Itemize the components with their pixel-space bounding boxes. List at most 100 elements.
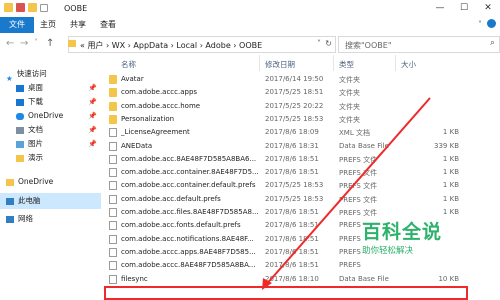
breadcrumb[interactable]: « 用户 › WX › AppData › Local › Adobe › OO… <box>80 40 262 51</box>
file-row[interactable]: _LicenseAgreement 2017/8/6 18:09 XML 文档 1 K… <box>101 126 500 139</box>
file-size: 1 KB <box>442 181 459 190</box>
file-icon <box>109 247 117 257</box>
file-date: 2017/8/6 18:51 <box>265 261 319 270</box>
file-name: _LicenseAgreement <box>121 128 190 137</box>
column-divider[interactable] <box>333 55 334 71</box>
column-divider[interactable] <box>395 55 396 71</box>
up-icon[interactable]: ↑ <box>46 38 54 49</box>
file-name: com.adobe.acc.fonts.default.prefs <box>121 221 241 230</box>
folder-icon[interactable] <box>28 3 37 12</box>
close-button[interactable]: ✕ <box>476 0 500 17</box>
file-size: 1 KB <box>442 128 459 137</box>
folder-icon[interactable] <box>4 3 13 12</box>
file-name: com.adobe.acc.8AE48F7D585A8BA6... <box>121 154 257 163</box>
file-icon <box>109 141 117 151</box>
checkmark-icon[interactable] <box>16 3 25 12</box>
window-title: OOBE <box>64 4 88 13</box>
file-row[interactable]: Avatar 2017/6/14 19:50 文件夹 <box>101 73 500 86</box>
dropdown-icon[interactable] <box>40 4 48 12</box>
folder-icon <box>68 40 76 47</box>
file-icon <box>109 168 117 178</box>
file-name: com.adobe.acc.files.8AE48F7D585A8... <box>121 208 259 216</box>
file-name: filesync <box>121 274 148 283</box>
address-bar[interactable]: « 用户 › WX › AppData › Local › Adobe › OO… <box>68 36 336 53</box>
file-type: 文件夹 <box>339 89 360 98</box>
column-divider[interactable] <box>259 55 260 71</box>
tab-share[interactable]: 共享 <box>64 17 92 33</box>
file-type: PREFS 文件 <box>339 169 378 178</box>
file-row[interactable]: com.adobe.accc.8AE48F7D585A8BA... 2017/8/… <box>101 259 500 272</box>
recent-locations-icon[interactable]: ˅ <box>34 38 38 47</box>
chevron-down-icon[interactable]: ˅ <box>478 20 482 29</box>
network-icon <box>6 215 14 223</box>
file-date: 2017/8/6 18:31 <box>265 141 319 150</box>
pin-icon: 📌 <box>88 112 97 120</box>
file-size: 1 KB <box>442 194 459 203</box>
cloud-icon <box>6 178 14 186</box>
file-name: com.adobe.accc.apps.8AE48F7D585... <box>121 247 256 256</box>
folder-icon <box>109 88 117 98</box>
chevron-down-icon[interactable]: ˅ <box>317 39 321 48</box>
file-icon <box>109 208 117 217</box>
folder-icon <box>16 154 24 162</box>
navigation-bar: ← → ˅ ↑ « 用户 › WX › AppData › Local › Ad… <box>0 33 500 56</box>
file-row[interactable]: com.adobe.accc.home 2017/5/25 20:22 文件夹 <box>101 100 500 113</box>
maximize-button[interactable]: ☐ <box>452 0 476 17</box>
sidebar-item-demo[interactable]: 演示 <box>16 150 43 166</box>
watermark: 百科全说 助你轻松解决 <box>362 217 442 256</box>
file-name: com.adobe.acc.notifications.8AE48F... <box>121 234 254 243</box>
file-type: 文件夹 <box>339 76 360 84</box>
file-date: 2017/8/6 18:51 <box>265 234 319 243</box>
file-row[interactable]: com.adobe.acc.default.prefs 2017/5/25 18:… <box>101 193 500 206</box>
file-date: 2017/5/25 18:53 <box>265 181 324 190</box>
help-icon[interactable] <box>487 19 496 28</box>
file-type: PREFS <box>339 247 361 256</box>
cloud-icon <box>16 112 24 120</box>
pin-icon: 📌 <box>88 126 97 134</box>
refresh-icon[interactable]: ↻ <box>325 39 332 48</box>
file-name: com.adobe.acc.container.default.prefs <box>121 181 256 190</box>
sidebar-item-this-pc[interactable]: 此电脑 <box>0 193 101 209</box>
search-input[interactable]: 搜索"OOBE" <box>345 40 392 51</box>
file-type: PREFS 文件 <box>339 195 378 204</box>
tab-file[interactable]: 文件 <box>0 17 34 33</box>
file-row[interactable]: filesync 2017/8/6 18:10 Data Base File 10 K… <box>101 273 500 286</box>
search-box[interactable]: 搜索"OOBE" ⌕ <box>338 36 500 53</box>
file-row[interactable]: ANEData 2017/8/6 18:31 Data Base File 339 K… <box>101 140 500 153</box>
column-date-header[interactable]: 修改日期 <box>265 59 295 70</box>
forward-icon[interactable]: → <box>20 38 28 49</box>
file-name: com.adobe.accc.home <box>121 101 201 110</box>
navigation-pane: ★ 快速访问 桌面 📌 下载 📌 OneDrive 📌 文档 📌 图片 📌 演示 … <box>0 55 101 292</box>
file-row[interactable]: com.adobe.accc.apps 2017/5/25 18:51 文件夹 <box>101 86 500 99</box>
file-row[interactable]: Personalization 2017/5/25 18:53 文件夹 <box>101 113 500 126</box>
minimize-button[interactable]: — <box>428 0 452 17</box>
file-name: ANEData <box>121 141 153 150</box>
column-size-header[interactable]: 大小 <box>401 59 416 70</box>
file-row[interactable]: com.adobe.acc.8AE48F7D585A8BA6... 2017/8/… <box>101 153 500 166</box>
tab-home[interactable]: 主页 <box>34 17 62 33</box>
file-row[interactable]: com.adobe.acc.container.default.prefs 201… <box>101 179 500 192</box>
sidebar-item-onedrive[interactable]: OneDrive <box>6 174 53 190</box>
file-date: 2017/5/25 18:53 <box>265 114 324 123</box>
file-row[interactable]: com.adobe.acc.container.8AE48F7D5... 2017… <box>101 166 500 179</box>
file-name: Avatar <box>121 75 144 83</box>
tab-view[interactable]: 查看 <box>94 17 122 33</box>
sidebar-item-network[interactable]: 网络 <box>6 211 33 227</box>
watermark-subtitle: 助你轻松解决 <box>362 246 414 256</box>
document-icon <box>16 126 24 134</box>
column-name-header[interactable]: 名称 <box>121 59 136 70</box>
file-date: 2017/8/6 18:09 <box>265 128 319 137</box>
file-date: 2017/8/6 18:51 <box>265 168 319 177</box>
column-type-header[interactable]: 类型 <box>339 59 354 70</box>
file-type: 文件夹 <box>339 102 360 111</box>
file-size: 10 KB <box>438 274 459 283</box>
column-headers: 名称 修改日期 类型 大小 <box>101 55 500 71</box>
folder-icon <box>109 114 117 124</box>
file-size: 1 KB <box>442 208 459 216</box>
star-icon: ★ <box>6 73 13 83</box>
back-icon[interactable]: ← <box>6 38 14 49</box>
file-type: PREFS 文件 <box>339 182 378 191</box>
file-list: 名称 修改日期 类型 大小 Avatar 2017/6/14 19:50 文件夹 co… <box>101 55 500 292</box>
pin-icon: 📌 <box>88 140 97 148</box>
file-date: 2017/5/25 18:53 <box>265 194 324 203</box>
